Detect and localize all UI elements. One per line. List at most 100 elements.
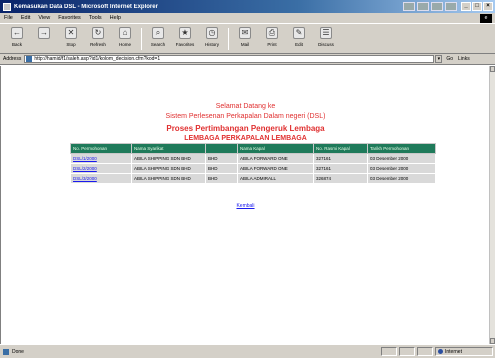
table-cell: ABILA ADMIRALL <box>237 173 314 184</box>
table-cell: ABILA SHIPPING SDN BHD <box>131 153 206 164</box>
table-cell: BHD <box>205 163 238 174</box>
column-header <box>205 143 238 154</box>
maximize-button[interactable]: □ <box>472 2 482 11</box>
system-name: Sistem Perlesenan Perkapalan Dalam neger… <box>165 113 326 120</box>
print-label: Print <box>267 42 277 47</box>
edit-icon: ✎ <box>293 27 305 39</box>
application-number-link[interactable]: DSL/3/2000 <box>70 173 132 184</box>
discuss-button[interactable]: ☰ Discuss <box>315 26 337 52</box>
board-title: LEMBAGA PERKAPALAN LEMBAGA <box>184 135 307 142</box>
decorative-tile <box>445 2 457 11</box>
decorative-tile <box>417 2 429 11</box>
refresh-label: Refresh <box>90 42 106 47</box>
address-label: Address <box>3 56 22 62</box>
menu-help[interactable]: Help <box>110 15 121 21</box>
close-button[interactable]: × <box>483 2 493 11</box>
table-cell: 03 Desember 2000 <box>367 173 436 184</box>
mail-button[interactable]: ✉ Mail <box>234 26 256 52</box>
discuss-label: Discuss <box>318 42 334 47</box>
history-icon: ◷ <box>206 27 218 39</box>
status-panel <box>399 347 415 356</box>
menu-favorites[interactable]: Favorites <box>58 15 81 21</box>
table-cell: ABILA SHIPPING SDN BHD <box>131 173 206 184</box>
process-title: Proses Pertimbangan Pengeruk Lembaga <box>166 124 325 133</box>
address-dropdown-button[interactable]: ▾ <box>435 55 443 63</box>
ie-window-icon[interactable] <box>3 2 11 11</box>
mail-icon: ✉ <box>239 27 251 39</box>
table-cell: 03 Desember 2000 <box>367 153 436 164</box>
table-cell: BHD <box>205 173 238 184</box>
ie-throbber-icon: e <box>480 13 492 23</box>
favorites-label: Favorites <box>175 42 195 47</box>
column-header: Nama Kapal <box>237 143 314 154</box>
vertical-scrollbar[interactable] <box>489 66 495 344</box>
minimize-button[interactable]: _ <box>461 2 471 11</box>
search-label: Search <box>150 42 166 47</box>
address-url: http://hamid/f1/saleh.asp?id1/kolom_deci… <box>34 56 161 62</box>
print-button[interactable]: ⎙ Print <box>261 26 283 52</box>
page-content: Selamat Datang ke Sistem Perlesenan Perk… <box>0 66 489 344</box>
table-cell: ABILA FORWARD ONE <box>237 153 314 164</box>
standard-toolbar: ← Back → ✕ Stop ↻ Refresh ⌂ Home ⌕ Searc… <box>0 23 495 54</box>
column-header: Nama Syarikat <box>131 143 206 154</box>
page-done-icon <box>3 348 9 355</box>
home-icon: ⌂ <box>119 27 131 39</box>
address-bar: Address http://hamid/f1/saleh.asp?id1/ko… <box>0 54 495 65</box>
menu-bar: File Edit View Favorites Tools Help e <box>0 13 495 23</box>
table-cell: ABILA SHIPPING SDN BHD <box>131 163 206 174</box>
scroll-up-button[interactable] <box>490 66 495 72</box>
back-arrow-icon: ← <box>11 27 23 39</box>
applications-table: No. Permohonan Nama Syarikat Nama Kapal … <box>70 143 436 184</box>
table-cell: ABILA FORWARD ONE <box>237 163 314 174</box>
window-titlebar: Kemasukan Data DSL - Microsoft Internet … <box>0 0 495 13</box>
toolbar-separator <box>228 28 229 50</box>
back-link[interactable]: Kembali <box>1 203 490 209</box>
links-button[interactable]: Links <box>458 56 470 62</box>
table-cell: BHD <box>205 153 238 164</box>
table-row: DSL/1/2000 ABILA SHIPPING SDN BHD BHD AB… <box>70 153 436 164</box>
status-bar: Done Internet <box>0 344 495 358</box>
history-button[interactable]: ◷ History <box>201 26 223 52</box>
window-title: Kemasukan Data DSL - Microsoft Internet … <box>14 3 158 10</box>
stop-label: Stop <box>66 42 76 47</box>
page-icon <box>26 56 33 62</box>
refresh-icon: ↻ <box>92 27 104 39</box>
forward-arrow-icon: → <box>38 27 50 39</box>
decorative-tile <box>431 2 443 11</box>
search-icon: ⌕ <box>152 27 164 39</box>
security-zone: Internet <box>435 347 493 356</box>
table-row: DSL/3/2000 ABILA SHIPPING SDN BHD BHD AB… <box>70 173 436 184</box>
menu-file[interactable]: File <box>4 15 13 21</box>
print-icon: ⎙ <box>266 27 278 39</box>
toolbar-separator <box>141 28 142 50</box>
address-input[interactable]: http://hamid/f1/saleh.asp?id1/kolom_deci… <box>24 55 435 63</box>
column-header: Tarikh Permohonan <box>367 143 436 154</box>
back-button[interactable]: ← Back <box>6 26 28 52</box>
welcome-heading: Selamat Datang ke <box>215 103 276 110</box>
refresh-button[interactable]: ↻ Refresh <box>87 26 109 52</box>
favorites-button[interactable]: ★ Favorites <box>174 26 196 52</box>
menu-view[interactable]: View <box>38 15 50 21</box>
window-controls: _ □ × <box>461 2 493 11</box>
menu-edit[interactable]: Edit <box>21 15 30 21</box>
home-label: Home <box>118 42 131 47</box>
home-button[interactable]: ⌂ Home <box>114 26 136 52</box>
column-header: No. Permohonan <box>70 143 132 154</box>
stop-button[interactable]: ✕ Stop <box>60 26 82 52</box>
column-header: No. Rasmi Kapal <box>313 143 368 154</box>
edit-label: Edit <box>295 42 303 47</box>
menu-tools[interactable]: Tools <box>89 15 102 21</box>
go-button[interactable]: Go <box>446 56 453 62</box>
application-number-link[interactable]: DSL/2/2000 <box>70 163 132 174</box>
search-button[interactable]: ⌕ Search <box>147 26 169 52</box>
table-header-row: No. Permohonan Nama Syarikat Nama Kapal … <box>70 143 436 154</box>
application-number-link[interactable]: DSL/1/2000 <box>70 153 132 164</box>
title-decoration <box>403 2 457 11</box>
history-label: History <box>204 42 219 47</box>
table-cell: 327161 <box>313 163 368 174</box>
forward-button[interactable]: → <box>33 26 55 52</box>
edit-button[interactable]: ✎ Edit <box>288 26 310 52</box>
decorative-tile <box>403 2 415 11</box>
status-text: Done <box>12 348 24 355</box>
zone-label: Internet <box>445 348 462 355</box>
